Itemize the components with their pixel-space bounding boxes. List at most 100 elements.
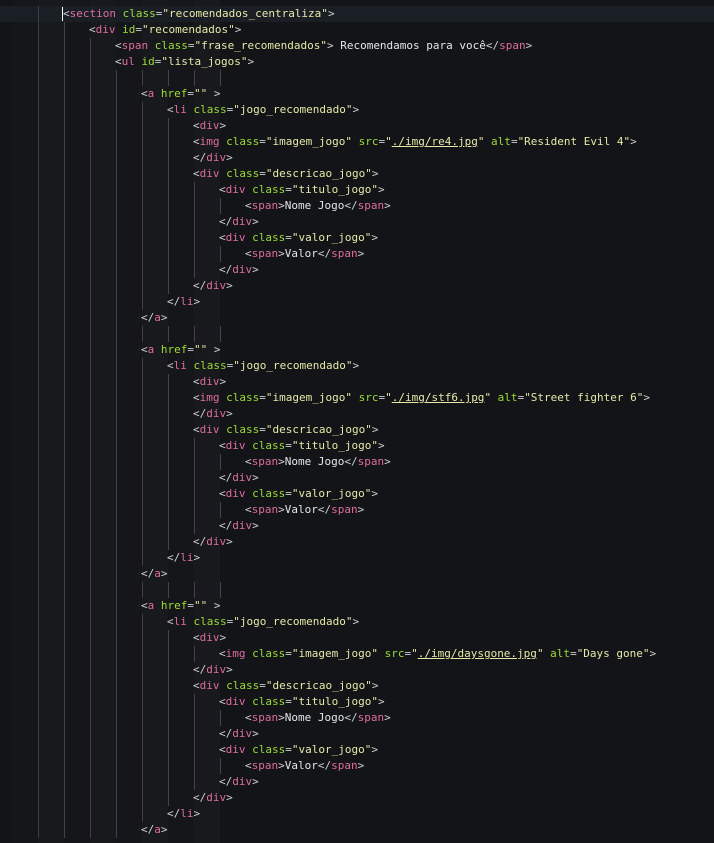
code-line[interactable]: </div>: [0, 662, 714, 678]
indent-guide: [90, 310, 91, 326]
indent-guide: [38, 694, 39, 710]
indent-guide: [64, 438, 65, 454]
indent-guide: [168, 742, 169, 758]
code-line[interactable]: <div id="recomendados">: [0, 22, 714, 38]
code-line[interactable]: <div class="titulo_jogo">: [0, 438, 714, 454]
code-line[interactable]: </a>: [0, 310, 714, 326]
indent-guide: [142, 118, 143, 134]
code-token-str: "Resident Evil 4": [517, 135, 631, 148]
code-line[interactable]: <section class="recomendados_centraliza"…: [0, 6, 714, 22]
indent-guide: [168, 374, 169, 390]
indent-guide: [90, 598, 91, 614]
code-line[interactable]: [0, 70, 714, 86]
indent-guide: [64, 614, 65, 630]
code-line[interactable]: </div>: [0, 774, 714, 790]
indent-guide: [90, 118, 91, 134]
indent-guide: [168, 326, 169, 342]
indent-guide: [194, 710, 195, 726]
code-token-text: Valor: [284, 759, 318, 772]
code-token-attr: class: [245, 487, 286, 500]
code-line[interactable]: <img class="imagem_jogo" src="./img/stf6…: [0, 390, 714, 406]
code-text: </a>: [141, 822, 168, 838]
code-text: <img class="imagem_jogo" src="./img/days…: [219, 646, 656, 662]
code-line[interactable]: <ul id="lista_jogos">: [0, 54, 714, 70]
code-line[interactable]: [0, 326, 714, 342]
indent-guide: [194, 438, 195, 454]
code-line[interactable]: <span>Nome Jogo</span>: [0, 710, 714, 726]
indent-guide: [142, 230, 143, 246]
code-line[interactable]: <img class="imagem_jogo" src="./img/days…: [0, 646, 714, 662]
indent-guide: [116, 246, 117, 262]
code-token-punct: =: [285, 647, 292, 660]
code-token-punct: >: [278, 455, 285, 468]
code-token-tag: img: [199, 391, 220, 404]
code-line[interactable]: <span>Nome Jogo</span>: [0, 198, 714, 214]
indent-guide: [168, 646, 169, 662]
code-line[interactable]: <div>: [0, 118, 714, 134]
code-token-punct: >: [525, 39, 533, 52]
code-line[interactable]: <span>Nome Jogo</span>: [0, 454, 714, 470]
code-token-punct: <: [219, 487, 226, 500]
code-line[interactable]: <a href="" >: [0, 342, 714, 358]
code-line[interactable]: <span class="frase_recomendados"> Recome…: [0, 38, 714, 54]
code-line[interactable]: </div>: [0, 406, 714, 422]
code-line[interactable]: <div class="descricao_jogo">: [0, 422, 714, 438]
indent-guide: [90, 374, 91, 390]
code-line[interactable]: </a>: [0, 822, 714, 838]
code-editor[interactable]: <section class="recomendados_centraliza"…: [0, 0, 714, 843]
indent-guide: [142, 806, 143, 822]
code-line[interactable]: <li class="jogo_recomendado">: [0, 358, 714, 374]
code-line[interactable]: </div>: [0, 262, 714, 278]
indent-guide: [38, 214, 39, 230]
code-line[interactable]: <span>Valor</span>: [0, 758, 714, 774]
indent-guide: [168, 150, 169, 166]
code-line[interactable]: <li class="jogo_recomendado">: [0, 102, 714, 118]
code-line[interactable]: <div class="titulo_jogo">: [0, 694, 714, 710]
code-line[interactable]: <li class="jogo_recomendado">: [0, 614, 714, 630]
code-line[interactable]: <a href="" >: [0, 598, 714, 614]
indent-guide: [142, 502, 143, 518]
code-token-punct: >: [278, 759, 285, 772]
code-line[interactable]: </div>: [0, 518, 714, 534]
indent-guide: [116, 630, 117, 646]
code-line[interactable]: </div>: [0, 150, 714, 166]
code-line[interactable]: </div>: [0, 470, 714, 486]
code-line[interactable]: </a>: [0, 566, 714, 582]
indent-guide: [64, 22, 65, 38]
code-line[interactable]: <img class="imagem_jogo" src="./img/re4.…: [0, 134, 714, 150]
code-line[interactable]: </div>: [0, 278, 714, 294]
code-line[interactable]: <div class="titulo_jogo">: [0, 182, 714, 198]
code-token-punct: =: [259, 391, 266, 404]
code-line[interactable]: <span>Valor</span>: [0, 502, 714, 518]
code-line[interactable]: <div class="valor_jogo">: [0, 486, 714, 502]
code-token-punct: >: [226, 791, 233, 804]
code-token-str: "descricao_jogo": [265, 423, 372, 436]
code-line[interactable]: <div>: [0, 630, 714, 646]
code-line[interactable]: <div class="descricao_jogo">: [0, 166, 714, 182]
code-line[interactable]: </div>: [0, 534, 714, 550]
code-line[interactable]: <div class="valor_jogo">: [0, 230, 714, 246]
code-line[interactable]: [0, 582, 714, 598]
code-token-tag: a: [154, 567, 161, 580]
code-line[interactable]: </li>: [0, 550, 714, 566]
code-line[interactable]: <div class="valor_jogo">: [0, 742, 714, 758]
code-line[interactable]: </div>: [0, 726, 714, 742]
indent-guide: [116, 662, 117, 678]
code-token-str: ": [385, 135, 392, 148]
indent-guide: [38, 582, 39, 598]
code-line[interactable]: <div>: [0, 374, 714, 390]
code-line[interactable]: </li>: [0, 806, 714, 822]
code-text: <div>: [193, 630, 226, 646]
code-token-punct: <: [141, 599, 148, 612]
code-token-punct: >: [160, 567, 168, 580]
indent-guide: [64, 310, 65, 326]
code-line[interactable]: <span>Valor</span>: [0, 246, 714, 262]
code-token-str: "jogo_recomendado": [233, 615, 353, 628]
code-line[interactable]: </div>: [0, 790, 714, 806]
code-line[interactable]: </li>: [0, 294, 714, 310]
indent-guide: [64, 518, 65, 534]
code-line[interactable]: </div>: [0, 214, 714, 230]
indent-guide: [64, 278, 65, 294]
code-line[interactable]: <div class="descricao_jogo">: [0, 678, 714, 694]
code-line[interactable]: <a href="" >: [0, 86, 714, 102]
